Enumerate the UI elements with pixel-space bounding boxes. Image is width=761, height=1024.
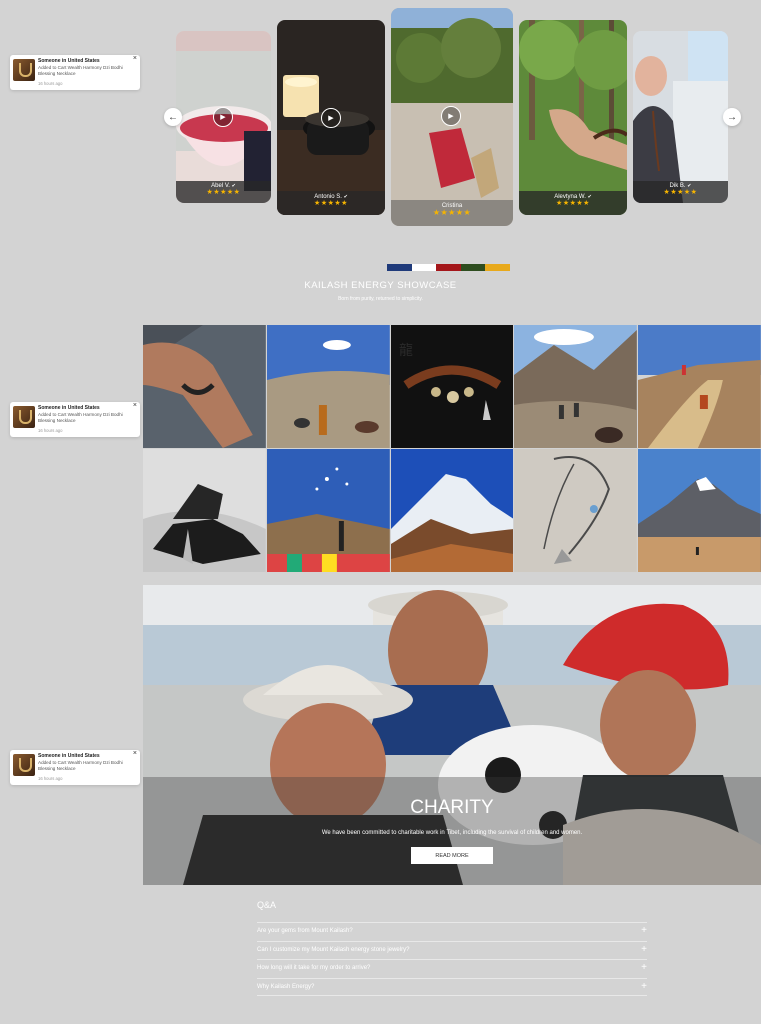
svg-text:龍: 龍 (399, 342, 413, 359)
review-card-antonio[interactable]: ▶ Antonio S. ✔ ★★★★★ (277, 20, 385, 215)
review-info: Dik B. ✔ ★★★★★ (633, 181, 728, 203)
review-card-alevtyna[interactable]: Alevtyna W. ✔ ★★★★★ (519, 20, 627, 215)
necklace-thumbnail (13, 406, 35, 428)
notification-title: Someone in United States (38, 58, 100, 64)
review-card-abel[interactable]: ▶ Abel V. ✔ ★★★★★ (176, 31, 271, 203)
color-swatch (387, 264, 412, 271)
showcase-photo-pendant-necklace[interactable] (514, 449, 638, 572)
qa-accordion: Are your gems from Mount Kailash? + Can … (257, 922, 647, 997)
play-icon[interactable]: ▶ (321, 108, 341, 128)
notification-time: 16 hours ago (38, 776, 63, 781)
showcase-photo-valley-pilgrims[interactable] (514, 325, 638, 448)
plus-icon[interactable]: + (641, 981, 647, 992)
showcase-photo-bracelet-dark[interactable]: 龍 (390, 325, 514, 448)
plus-icon[interactable]: + (641, 962, 647, 973)
qa-question: Are your gems from Mount Kailash? (257, 928, 353, 934)
qa-item[interactable]: Can I customize my Mount Kailash energy … (257, 940, 647, 960)
showcase-photo-trail-pilgrims[interactable] (638, 325, 761, 448)
qa-item[interactable]: Why Kailash Energy? + (257, 977, 647, 997)
showcase-photo-mount-kailash[interactable] (390, 449, 514, 572)
showcase-title: KAILASH ENERGY SHOWCASE (304, 280, 457, 291)
review-card-cristina[interactable]: ▶ Cristina ★★★★★ (391, 8, 513, 226)
qa-question: Why Kailash Energy? (257, 983, 315, 990)
review-video-thumbnail (519, 20, 627, 215)
plus-icon[interactable]: + (641, 925, 647, 936)
charity-description: We have been committed to charitable wor… (321, 830, 583, 836)
rating-stars: ★★★★★ (556, 200, 590, 207)
color-swatch (485, 264, 510, 271)
rating-stars: ★★★★★ (206, 189, 241, 196)
close-icon[interactable]: × (133, 402, 137, 409)
review-info: Abel V. ✔ ★★★★★ (176, 181, 271, 203)
play-icon[interactable]: ▶ (213, 107, 233, 127)
notification-title: Someone in United States (38, 405, 100, 411)
cart-notification-3[interactable]: Someone in United States Added to Cart W… (10, 750, 140, 785)
color-swatch (460, 264, 486, 271)
notification-time: 16 hours ago (38, 81, 63, 86)
notification-title: Someone in United States (38, 753, 100, 759)
qa-item[interactable]: How long will it take for my order to ar… (257, 959, 647, 978)
close-icon[interactable]: × (133, 55, 137, 62)
cart-notification-1[interactable]: Someone in United States Added to Cart W… (10, 55, 140, 90)
rating-stars: ★★★★★ (663, 189, 698, 196)
plus-icon[interactable]: + (641, 944, 647, 955)
charity-banner: CHARITY We have been committed to charit… (143, 585, 761, 885)
showcase-photo-bracelet-wrist[interactable] (143, 325, 266, 448)
showcase-photo-grid: 龍 (143, 325, 761, 572)
color-swatch (411, 264, 437, 271)
cart-notification-2[interactable]: Someone in United States Added to Cart W… (10, 402, 140, 437)
close-icon[interactable]: × (133, 750, 137, 757)
charity-title: CHARITY (410, 797, 494, 818)
necklace-thumbnail (13, 59, 35, 81)
rating-stars: ★★★★★ (432, 208, 472, 217)
color-swatch (436, 264, 461, 271)
carousel-prev-button[interactable]: ← (164, 108, 182, 126)
necklace-thumbnail (13, 754, 35, 776)
showcase-photo-pilgrims-prostrating[interactable] (266, 325, 390, 448)
showcase-photo-black-stones[interactable] (143, 449, 266, 572)
qa-question: How long will it take for my order to ar… (257, 965, 371, 972)
review-info: Alevtyna W. ✔ ★★★★★ (519, 191, 627, 215)
carousel-next-button[interactable]: → (723, 108, 741, 126)
prayer-flag-color-bar (387, 264, 510, 271)
read-more-button[interactable]: READ MORE (411, 847, 493, 864)
notification-text: Added to Cart Wealth Harmony Dzi Bodhi B… (38, 412, 123, 423)
notification-text: Added to Cart Wealth Harmony Dzi Bodhi B… (38, 760, 123, 771)
qa-item[interactable]: Are your gems from Mount Kailash? + (257, 922, 647, 941)
play-icon[interactable]: ▶ (441, 106, 461, 126)
review-info: Antonio S. ✔ ★★★★★ (277, 191, 385, 215)
notification-text: Added to Cart Wealth Harmony Dzi Bodhi B… (38, 65, 123, 76)
review-video-thumbnail (633, 31, 728, 203)
review-card-dik[interactable]: Dik B. ✔ ★★★★★ (633, 31, 728, 203)
showcase-subtitle: Born from purity, returned to simplicity… (338, 296, 423, 302)
showcase-photo-wind-horse[interactable] (266, 449, 390, 572)
review-info: Cristina ★★★★★ (391, 200, 513, 226)
notification-time: 16 hours ago (38, 428, 63, 433)
qa-question: Can I customize my Mount Kailash energy … (257, 946, 410, 953)
qa-title: Q&A (257, 900, 277, 910)
rating-stars: ★★★★★ (314, 200, 348, 207)
showcase-photo-kailash-plain[interactable] (638, 449, 761, 572)
